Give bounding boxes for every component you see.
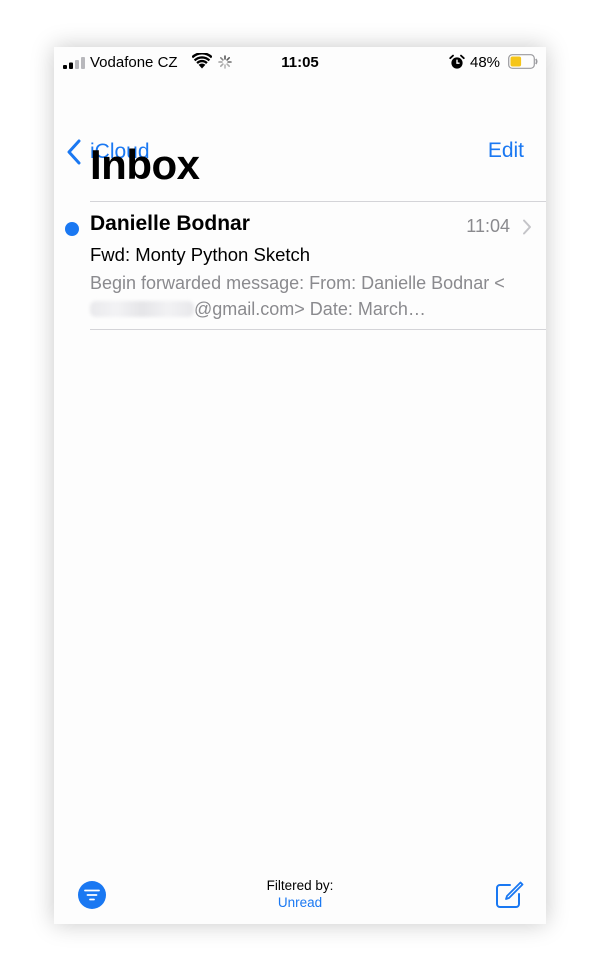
message-subject: Fwd: Monty Python Sketch bbox=[90, 244, 311, 265]
compose-icon[interactable] bbox=[494, 880, 524, 910]
divider bbox=[90, 329, 546, 330]
filter-status: Filtered by: Unread bbox=[54, 878, 546, 910]
message-preview-end: @gmail.com> Date: March… bbox=[194, 299, 426, 319]
battery-icon bbox=[508, 54, 538, 69]
chevron-left-icon bbox=[67, 139, 81, 165]
filtered-by-label: Filtered by: bbox=[266, 878, 334, 893]
message-time: 11:04 bbox=[466, 216, 510, 236]
page-title: Inbox bbox=[90, 141, 200, 188]
mail-app-screen: Vodafone CZ 11:05 48% iCloud Edit Inbox … bbox=[54, 47, 546, 924]
redacted-email bbox=[90, 301, 194, 317]
edit-button[interactable]: Edit bbox=[488, 139, 524, 163]
message-preview: Begin forwarded message: From: Danielle … bbox=[90, 270, 530, 322]
alarm-icon bbox=[449, 54, 465, 69]
message-sender: Danielle Bodnar bbox=[90, 212, 250, 235]
filter-value-link[interactable]: Unread bbox=[54, 895, 546, 910]
message-preview-start: Begin forwarded message: From: Danielle … bbox=[90, 273, 505, 293]
list-item[interactable]: Danielle Bodnar 11:04 Fwd: Monty Python … bbox=[54, 202, 546, 329]
status-bar: Vodafone CZ 11:05 48% bbox=[54, 47, 546, 77]
unread-indicator bbox=[65, 222, 79, 236]
chevron-right-icon bbox=[523, 219, 531, 235]
battery-percentage: 48% bbox=[470, 54, 501, 71]
